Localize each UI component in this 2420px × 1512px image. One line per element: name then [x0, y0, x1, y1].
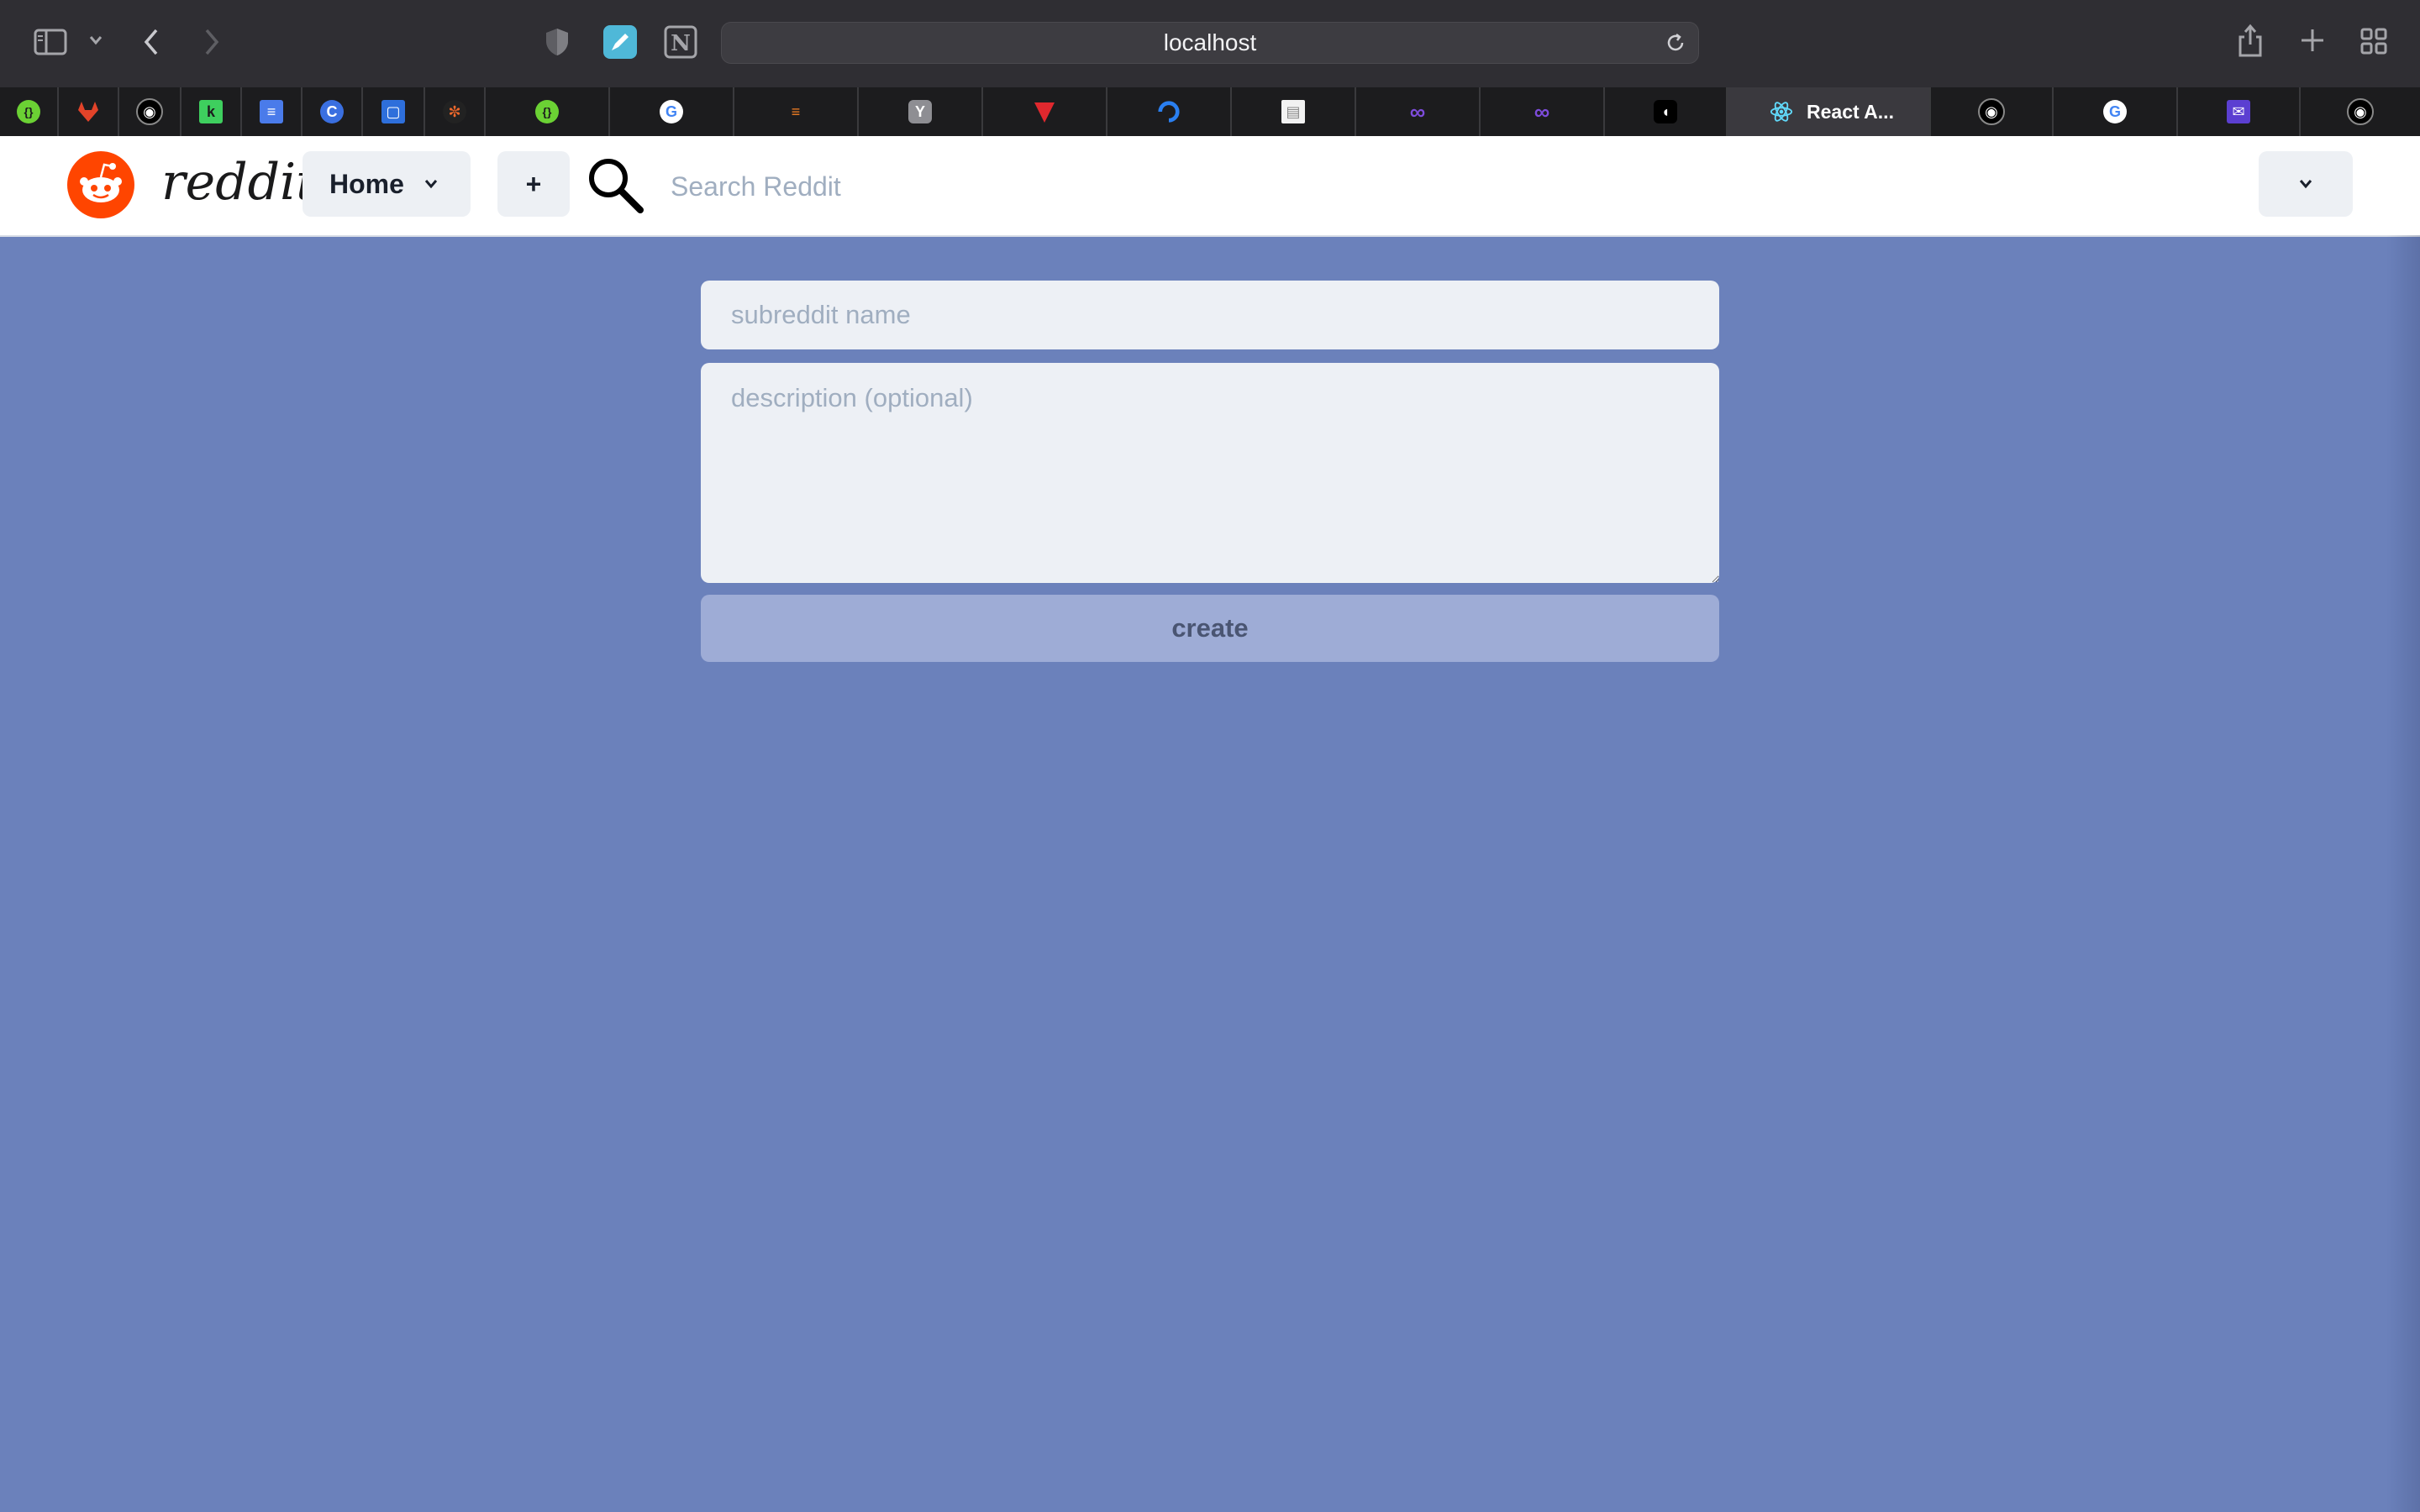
search-input[interactable] [669, 153, 2185, 220]
graphql-icon: {} [535, 100, 559, 123]
tab-y[interactable]: Y [859, 87, 983, 136]
tab-overview-icon[interactable] [2360, 27, 2388, 60]
digitalocean-icon [1157, 100, 1181, 123]
tab-digitalocean[interactable] [1107, 87, 1232, 136]
frame-icon: ▢ [381, 100, 405, 123]
reddit-wordmark[interactable]: reddit [161, 153, 316, 212]
google-icon: G [660, 100, 683, 123]
extension-pen-icon[interactable] [603, 25, 637, 63]
tab-google[interactable]: G [610, 87, 734, 136]
privacy-shield-icon[interactable] [544, 27, 570, 61]
browser-toolbar: N localhost [0, 0, 2420, 89]
docs-icon: ≡ [260, 100, 283, 123]
github-icon: ◉ [2347, 98, 2374, 125]
tab-codeforces[interactable]: k [182, 87, 242, 136]
tab-github[interactable]: ◉ [119, 87, 182, 136]
address-bar[interactable]: localhost [721, 22, 1699, 64]
tab-dark[interactable]: ◖ [1605, 87, 1728, 136]
chevron-down-icon [2299, 180, 2312, 189]
y-icon: Y [908, 100, 932, 123]
tab-archive[interactable]: ▤ [1232, 87, 1356, 136]
tab-github-2[interactable]: ◉ [1931, 87, 2054, 136]
tab-vitest[interactable] [983, 87, 1107, 136]
tab-react-active[interactable]: React A... [1728, 87, 1931, 136]
tab-docs[interactable]: ≡ [242, 87, 302, 136]
user-menu-button[interactable] [2259, 151, 2353, 217]
tab-swirl[interactable]: ✼ [425, 87, 486, 136]
tab-apollo[interactable]: ∞ [1356, 87, 1481, 136]
home-dropdown[interactable]: Home [302, 151, 471, 217]
tab-graphql[interactable]: {} [0, 87, 59, 136]
right-edge-shadow [2386, 235, 2420, 1512]
svg-text:N: N [671, 31, 691, 56]
create-button[interactable]: create [701, 595, 1719, 662]
forward-icon[interactable] [202, 27, 222, 61]
create-post-button[interactable]: + [497, 151, 570, 217]
gitlab-icon [76, 100, 100, 123]
github-icon: ◉ [1978, 98, 2005, 125]
sidebar-toggle-icon[interactable] [34, 29, 67, 60]
tab-graphql-2[interactable]: {} [486, 87, 610, 136]
tab-stackoverflow[interactable]: ≡ [734, 87, 859, 136]
new-tab-icon[interactable] [2299, 27, 2326, 58]
url-text: localhost [1163, 29, 1257, 55]
create-subreddit-form: create [701, 281, 1719, 662]
tab-mail[interactable]: ✉ [2178, 87, 2301, 136]
back-icon[interactable] [141, 27, 161, 61]
tab-github-3[interactable]: ◉ [2301, 87, 2420, 136]
tab-apollo-2[interactable]: ∞ [1481, 87, 1605, 136]
react-icon [1770, 100, 1793, 123]
tab-c[interactable]: C [302, 87, 363, 136]
graphql-icon: {} [17, 100, 40, 123]
mail-icon: ✉ [2227, 100, 2250, 123]
dark-icon: ◖ [1654, 100, 1677, 123]
chevron-down-icon [424, 180, 438, 189]
vitest-icon [1033, 100, 1056, 123]
home-label: Home [329, 168, 404, 199]
chevron-down-icon[interactable] [87, 34, 104, 51]
tab-frame[interactable]: ▢ [363, 87, 425, 136]
archive-icon: ▤ [1281, 100, 1305, 123]
codeforces-icon: k [199, 100, 223, 123]
description-textarea[interactable] [701, 363, 1719, 583]
swirl-icon: ✼ [443, 100, 466, 123]
active-tab-title: React A... [1807, 100, 1894, 123]
apollo-icon: ∞ [1534, 98, 1550, 124]
notion-icon[interactable]: N [664, 25, 697, 63]
reload-icon[interactable] [1665, 32, 1686, 58]
github-icon: ◉ [136, 98, 163, 125]
tab-google-2[interactable]: G [2054, 87, 2178, 136]
apollo-icon: ∞ [1409, 98, 1426, 124]
stackoverflow-icon: ≡ [791, 102, 801, 120]
app-header: reddit Home + [0, 136, 2420, 237]
tab-bar: {} ◉ k ≡ C ▢ ✼ {} G ≡ Y ▤ ∞ ∞ ◖ React A.… [0, 87, 2420, 136]
reddit-logo-icon[interactable] [67, 151, 134, 218]
c-icon: C [320, 100, 344, 123]
share-icon[interactable] [2237, 24, 2264, 63]
google-icon: G [2103, 100, 2127, 123]
tab-gitlab[interactable] [59, 87, 119, 136]
search-icon [585, 155, 647, 221]
subreddit-name-input[interactable] [701, 281, 1719, 349]
